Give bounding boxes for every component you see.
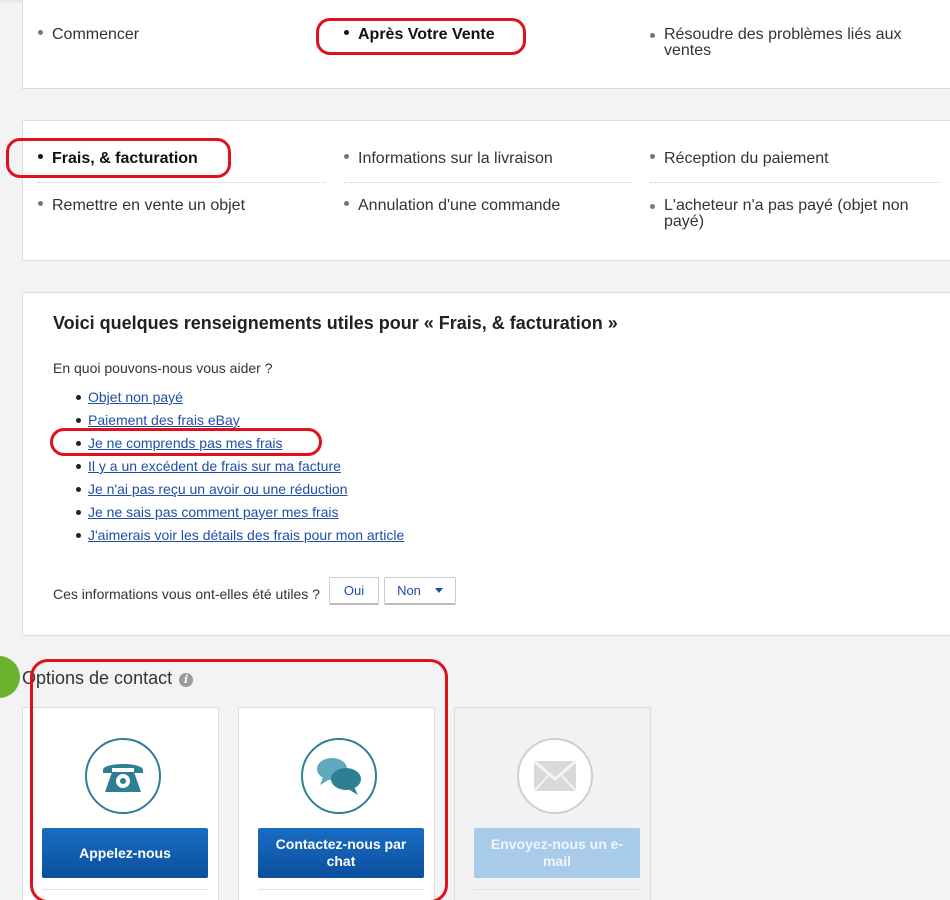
- list-item: Objet non payé: [76, 388, 404, 411]
- info-title: Voici quelques renseignements utiles pou…: [53, 313, 618, 333]
- info-icon[interactable]: i: [179, 673, 194, 687]
- list-item: Je ne sais pas comment payer mes frais: [76, 503, 404, 526]
- nav-item-remettre-en-vente[interactable]: Remettre en vente un objet: [38, 198, 245, 214]
- nav-divider: [38, 182, 326, 183]
- card-divider: [258, 889, 424, 890]
- link-paiement-frais-ebay[interactable]: Paiement des frais eBay: [88, 412, 240, 428]
- contact-card-chat: Contactez-nous par chat: [238, 707, 435, 900]
- caret-down-icon: [434, 588, 443, 593]
- contact-options-title: Options de contact i: [22, 668, 194, 689]
- link-avoir-reduction[interactable]: Je n'ai pas reçu un avoir ou une réducti…: [88, 481, 348, 497]
- bullet-icon: [344, 201, 349, 207]
- section-marker-circle: [0, 656, 20, 698]
- nav-divider: [344, 182, 632, 183]
- bullet-icon: [650, 204, 655, 209]
- nav-item-informations-livraison[interactable]: Informations sur la livraison: [344, 151, 553, 167]
- nav-item-reception-paiement[interactable]: Réception du paiement: [650, 151, 829, 167]
- link-excedent-frais[interactable]: Il y a un excédent de frais sur ma factu…: [88, 458, 341, 474]
- bullet-icon: [344, 30, 349, 36]
- nav-item-commencer[interactable]: Commencer: [38, 27, 139, 43]
- sub-nav-panel: [22, 120, 950, 261]
- help-links-list: Objet non payé Paiement des frais eBay J…: [76, 388, 404, 549]
- link-details-frais-article[interactable]: J'aimerais voir les détails des frais po…: [88, 527, 404, 543]
- call-us-button[interactable]: Appelez-nous: [42, 828, 208, 878]
- nav-item-annulation-commande[interactable]: Annulation d'une commande: [344, 198, 560, 214]
- list-item: J'aimerais voir les détails des frais po…: [76, 526, 404, 549]
- email-button: Envoyez-nous un e-mail: [474, 828, 640, 878]
- feedback-question: Ces informations vous ont-elles été util…: [53, 586, 320, 602]
- bullet-icon: [344, 154, 349, 160]
- list-item: Paiement des frais eBay: [76, 411, 404, 434]
- card-divider: [42, 889, 208, 890]
- bullet-icon: [38, 154, 43, 160]
- link-comprends-pas-frais[interactable]: Je ne comprends pas mes frais: [88, 435, 283, 451]
- bullet-icon: [38, 30, 43, 36]
- link-comment-payer[interactable]: Je ne sais pas comment payer mes frais: [88, 504, 339, 520]
- phone-icon: [85, 738, 161, 814]
- contact-card-phone: Appelez-nous: [22, 707, 219, 900]
- list-item: Je n'ai pas reçu un avoir ou une réducti…: [76, 480, 404, 503]
- bullet-icon: [650, 33, 655, 38]
- list-item: Il y a un excédent de frais sur ma factu…: [76, 457, 404, 480]
- feedback-no-dropdown[interactable]: Non: [384, 577, 456, 605]
- feedback-yes-button[interactable]: Oui: [329, 577, 379, 605]
- envelope-icon: [517, 738, 593, 814]
- nav-item-resoudre-problemes[interactable]: Résoudre des problèmes liés aux ventes: [650, 27, 920, 59]
- list-item: Je ne comprends pas mes frais: [76, 434, 404, 457]
- nav-item-frais-facturation[interactable]: Frais, & facturation: [38, 151, 198, 167]
- bullet-icon: [38, 201, 43, 207]
- nav-item-apres-votre-vente[interactable]: Après Votre Vente: [344, 27, 495, 43]
- link-objet-non-paye[interactable]: Objet non payé: [88, 389, 183, 405]
- help-question: En quoi pouvons-nous vous aider ?: [53, 360, 273, 376]
- bullet-icon: [650, 154, 655, 160]
- chat-bubbles-icon: [301, 738, 377, 814]
- nav-item-acheteur-pas-paye[interactable]: L'acheteur n'a pas payé (objet non payé): [650, 198, 920, 230]
- contact-card-email: Envoyez-nous un e-mail: [454, 707, 651, 900]
- card-divider: [474, 889, 640, 890]
- chat-button[interactable]: Contactez-nous par chat: [258, 828, 424, 878]
- nav-divider: [650, 182, 940, 183]
